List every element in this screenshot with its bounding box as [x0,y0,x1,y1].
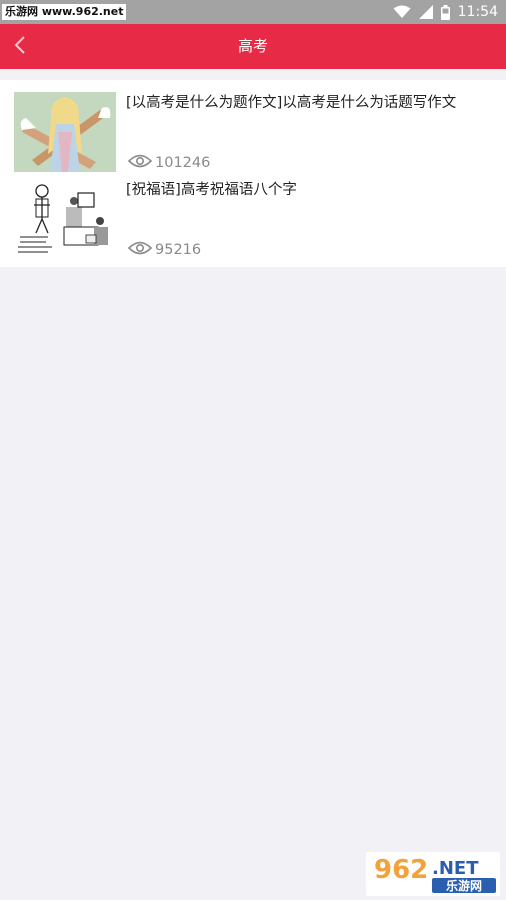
svg-text:962: 962 [374,855,428,885]
svg-text:乐游网: 乐游网 [446,878,482,893]
status-icons: 11:54 [393,0,498,24]
svg-text:.NET: .NET [432,858,479,879]
article-title: [以高考是什么为题作文]以高考是什么为话题写作文 [126,95,457,111]
article-thumbnail [14,179,116,259]
list-item[interactable]: [以高考是什么为题作文]以高考是什么为话题写作文 101246 [0,90,506,177]
article-thumbnail [14,92,116,172]
status-time: 11:54 [457,4,498,20]
view-count: 101246 [127,153,211,173]
watermark-text: 乐游网 www.962.net [2,4,127,20]
article-title: [祝福语]高考祝福语八个字 [126,182,297,198]
list-item[interactable]: [祝福语]高考祝福语八个字 95216 [0,177,506,264]
view-count-value: 101246 [155,155,211,171]
eye-icon [127,240,153,260]
watermark-logo: 962 .NET 乐游网 [366,852,500,896]
wifi-icon [393,5,411,19]
view-count-value: 95216 [155,242,202,258]
battery-icon [440,4,450,20]
page-title: 高考 [237,37,268,55]
app-bar: 高考 [0,24,506,69]
view-count: 95216 [127,240,202,260]
article-list: [以高考是什么为题作文]以高考是什么为话题写作文 101246 [祝福语]高考祝… [0,80,506,267]
status-bar: 乐游网 www.962.net 11:54 [0,0,506,24]
eye-icon [127,153,153,173]
signal-icon [418,5,433,19]
